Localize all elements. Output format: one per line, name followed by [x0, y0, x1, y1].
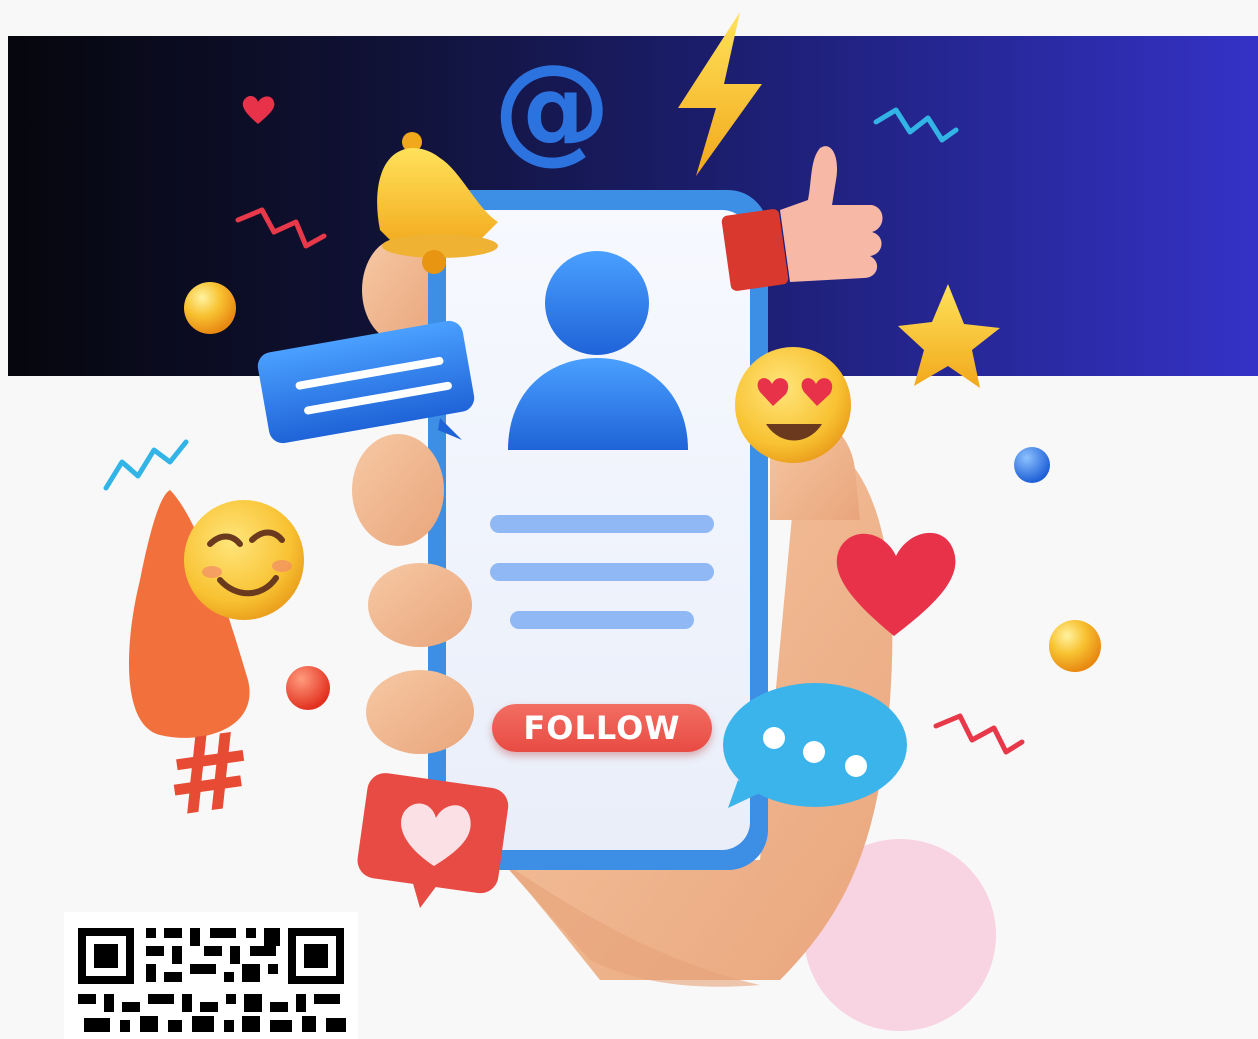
red-ball — [286, 666, 330, 710]
follow-button[interactable]: FOLLOW — [492, 704, 712, 752]
heart-badge-icon — [357, 773, 509, 908]
blue-ball — [1014, 447, 1050, 483]
illustration-art: @ # — [103, 12, 1101, 1031]
profile-line-1 — [490, 515, 714, 533]
qr-code-icon — [64, 912, 358, 1039]
chat-bubble-icon — [257, 320, 475, 444]
smiling-emoji-icon — [184, 500, 304, 620]
thumbs-up-icon — [721, 146, 883, 291]
finger-1 — [352, 434, 444, 546]
finger-3 — [366, 670, 474, 754]
yellow-ball-1 — [184, 282, 236, 334]
red-squiggle-1 — [235, 207, 327, 249]
blue-squiggle-1 — [873, 107, 959, 143]
typing-bubble-icon — [723, 683, 907, 808]
star-icon — [898, 284, 1000, 388]
profile-line-2 — [490, 563, 714, 581]
at-sign-icon: @ — [493, 38, 611, 176]
finger-2 — [368, 563, 472, 647]
social-media-illustration: @ # FOLLOW — [0, 0, 1258, 1039]
hashtag-icon: # — [158, 708, 261, 841]
small-heart-icon — [242, 96, 275, 124]
lightning-icon — [678, 12, 762, 176]
yellow-ball-2 — [1049, 620, 1101, 672]
profile-line-3 — [510, 611, 694, 629]
heart-eyes-emoji-icon — [735, 347, 851, 463]
red-squiggle-2 — [933, 713, 1025, 755]
blue-squiggle-2 — [103, 439, 189, 491]
